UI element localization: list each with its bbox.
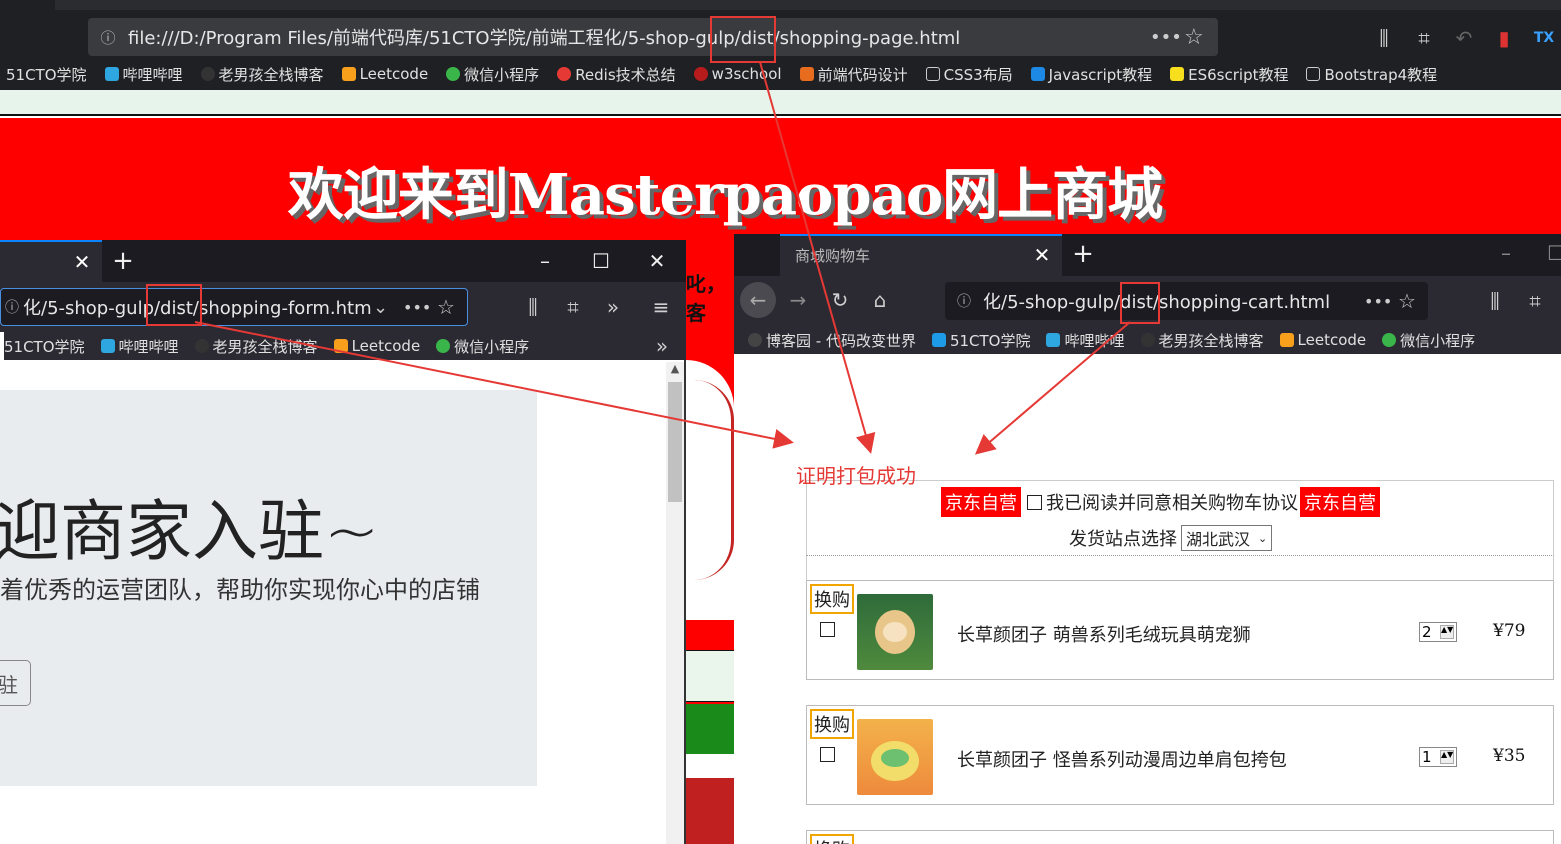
arrow-from-left <box>194 321 794 449</box>
annotation-arrows <box>194 61 1131 455</box>
arrow-from-main <box>759 61 876 454</box>
arrow-from-right <box>974 321 1131 455</box>
annotation-text: 证明打包成功 <box>796 464 916 488</box>
